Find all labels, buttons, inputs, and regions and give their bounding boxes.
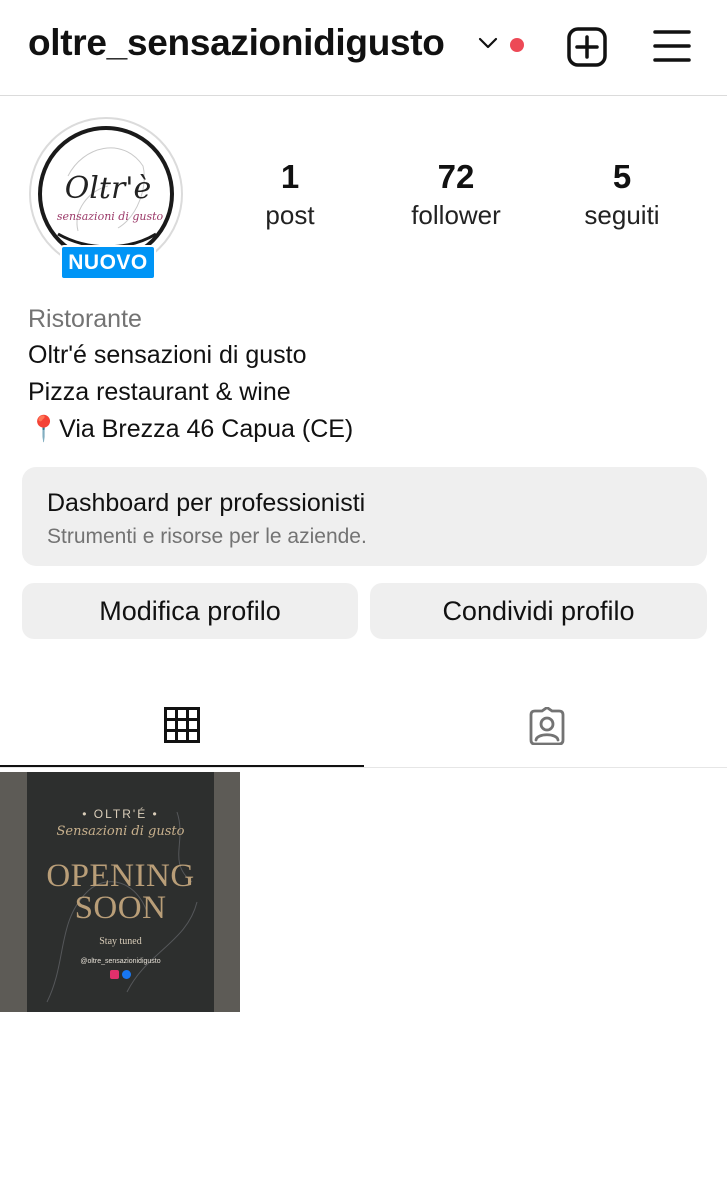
notification-dot	[510, 38, 524, 52]
posts-count[interactable]: 1 post	[210, 157, 370, 233]
post-handle: @oltre_sensazionidigusto	[80, 958, 161, 965]
menu-icon[interactable]	[652, 26, 692, 66]
edit-profile-button[interactable]: Modifica profilo	[22, 583, 358, 639]
svg-text:sensazioni di gusto: sensazioni di gusto	[57, 210, 164, 223]
following-count[interactable]: 5 seguiti	[542, 157, 702, 233]
account-switcher-username[interactable]: oltre_sensazionidigusto	[28, 22, 445, 64]
tagged-person-icon	[529, 707, 565, 745]
professional-dashboard-card[interactable]: Dashboard per professionisti Strumenti e…	[22, 467, 707, 566]
svg-text:Oltr'è: Oltr'è	[65, 171, 152, 206]
instagram-icon	[110, 970, 119, 979]
chevron-down-icon[interactable]	[478, 36, 498, 50]
new-badge: NUOVO	[60, 245, 156, 280]
bio-line: Oltr'é sensazioni di gusto	[28, 341, 307, 369]
stat-label: seguiti	[584, 200, 660, 230]
create-plus-icon[interactable]	[566, 26, 608, 68]
post-image: • OLTR'É • Sensazioni di gusto OPENING S…	[27, 772, 214, 1012]
bio-line: Pizza restaurant & wine	[28, 378, 291, 406]
facebook-icon	[122, 970, 131, 979]
post-headline-line: SOON	[74, 890, 167, 926]
post-headline-line: OPENING	[46, 858, 195, 894]
followers-count[interactable]: 72 follower	[376, 157, 536, 233]
tabs-divider	[0, 767, 727, 768]
dashboard-title: Dashboard per professionisti	[47, 489, 366, 517]
post-thumbnail[interactable]: • OLTR'É • Sensazioni di gusto OPENING S…	[0, 772, 240, 1012]
dashboard-subtitle: Strumenti e risorse per le aziende.	[47, 525, 367, 548]
stat-label: post	[265, 200, 315, 230]
stat-value: 5	[612, 158, 632, 195]
stat-label: follower	[411, 200, 501, 230]
post-headline: OPENING SOON	[27, 858, 214, 926]
tab-posts-grid[interactable]	[0, 680, 363, 767]
share-profile-button[interactable]: Condividi profilo	[370, 583, 707, 639]
profile-category: Ristorante	[28, 305, 142, 333]
stat-value: 1	[280, 158, 300, 195]
post-brand-text: • OLTR'É •	[82, 807, 159, 821]
grid-icon	[164, 707, 200, 743]
stat-value: 72	[437, 158, 475, 195]
profile-header: oltre_sensazionidigusto	[0, 0, 727, 96]
tab-tagged[interactable]	[364, 680, 727, 767]
bio-location-line: 📍Via Brezza 46 Capua (CE)	[28, 415, 354, 443]
post-tagline: Stay tuned	[99, 936, 142, 947]
post-script-text: Sensazioni di gusto	[56, 824, 185, 839]
